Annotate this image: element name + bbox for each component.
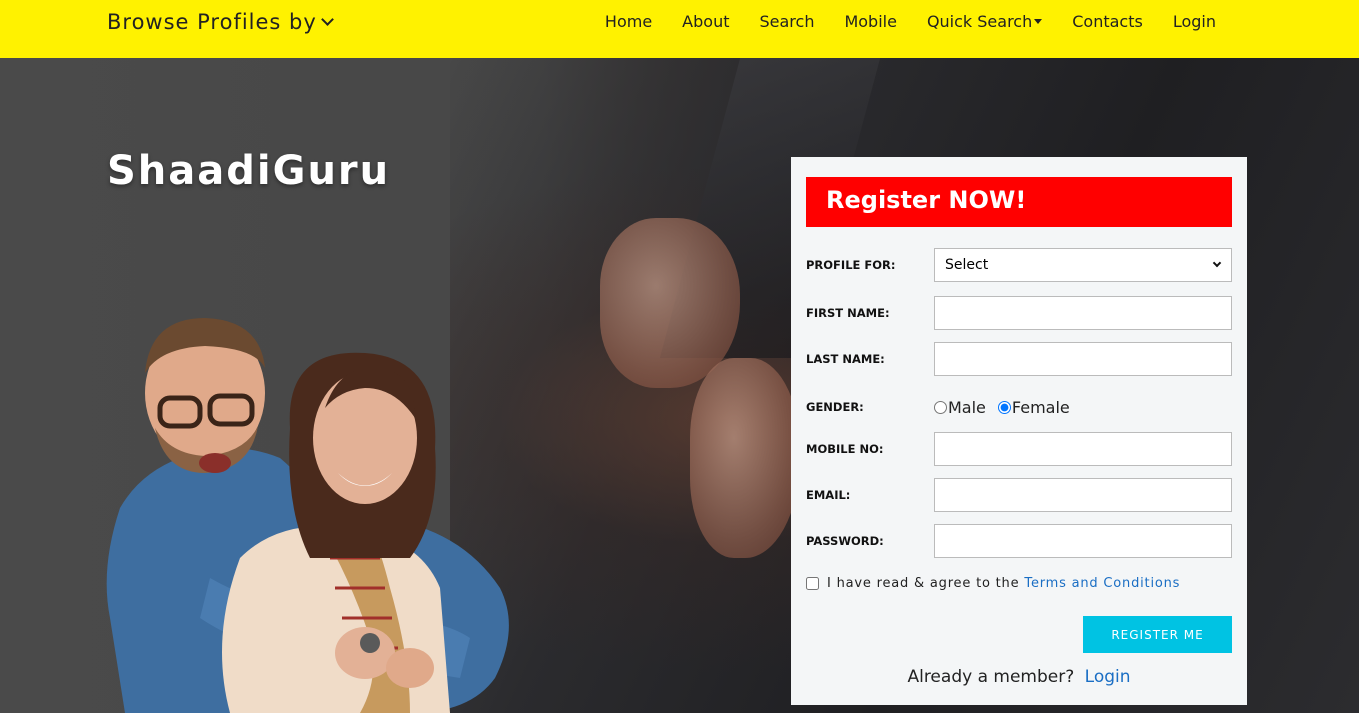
profile-for-select[interactable]: Select	[934, 248, 1232, 282]
gender-option-female: Female	[997, 397, 1070, 417]
browse-profiles-label: Browse Profiles by	[107, 10, 317, 34]
last-name-input[interactable]	[934, 342, 1232, 376]
mobile-label: MOBILE NO:	[806, 442, 884, 456]
password-label: PASSWORD:	[806, 534, 884, 548]
nav-contacts[interactable]: Contacts	[1072, 12, 1143, 31]
gender-female-radio[interactable]	[997, 400, 1011, 414]
top-navbar: Browse Profiles by Home About Search Mob…	[0, 0, 1359, 58]
main-nav: Home About Search Mobile Quick Search Co…	[575, 12, 1216, 31]
register-heading: Register NOW!	[806, 177, 1232, 227]
password-input[interactable]	[934, 524, 1232, 558]
site-brand-title: ShaadiGuru	[107, 148, 391, 194]
hand-decoration	[690, 358, 800, 558]
terms-link[interactable]: Terms and Conditions	[1024, 576, 1180, 591]
gender-male-radio[interactable]	[934, 400, 947, 414]
last-name-row: LAST NAME:	[806, 342, 1232, 376]
gender-radio-group: Male Female	[934, 398, 1082, 417]
email-label: EMAIL:	[806, 488, 851, 502]
email-row: EMAIL:	[806, 478, 1232, 512]
login-link[interactable]: Login	[1085, 667, 1131, 687]
nav-quick-search-label: Quick Search	[926, 12, 1033, 31]
nav-quick-search[interactable]: Quick Search	[926, 12, 1043, 31]
agree-text: I have read & agree to the	[827, 576, 1020, 591]
nav-search[interactable]: Search	[759, 12, 814, 31]
nav-home[interactable]: Home	[605, 12, 652, 31]
chevron-down-icon	[320, 12, 334, 26]
caret-down-icon	[1034, 19, 1043, 24]
password-row: PASSWORD:	[806, 524, 1232, 558]
first-name-row: FIRST NAME:	[806, 296, 1232, 330]
gender-label: GENDER:	[806, 400, 864, 414]
terms-checkbox[interactable]	[806, 577, 819, 590]
gender-female-label: Female	[1011, 397, 1070, 417]
mobile-row: MOBILE NO:	[806, 432, 1232, 466]
profile-for-select-wrapper: Select	[934, 248, 1232, 282]
gender-row: GENDER: Male Female	[806, 390, 1232, 424]
mobile-input[interactable]	[934, 432, 1232, 466]
couple-photo	[106, 318, 509, 713]
first-name-input[interactable]	[934, 296, 1232, 330]
already-member: Already a member? Login	[791, 667, 1247, 687]
browse-profiles-dropdown[interactable]: Browse Profiles by	[107, 10, 334, 34]
gender-option-male: Male	[934, 398, 986, 417]
gender-male-label: Male	[948, 397, 986, 417]
already-member-text: Already a member?	[907, 667, 1075, 687]
nav-about[interactable]: About	[682, 12, 729, 31]
profile-for-row: PROFILE FOR: Select	[806, 248, 1232, 282]
first-name-label: FIRST NAME:	[806, 306, 890, 320]
last-name-label: LAST NAME:	[806, 352, 885, 366]
profile-for-label: PROFILE FOR:	[806, 258, 896, 272]
register-button[interactable]: REGISTER ME	[1083, 616, 1232, 653]
terms-agreement: I have read & agree to the Terms and Con…	[806, 576, 1180, 591]
nav-mobile[interactable]: Mobile	[844, 12, 896, 31]
email-input[interactable]	[934, 478, 1232, 512]
nav-login[interactable]: Login	[1173, 12, 1216, 31]
registration-panel: Register NOW! PROFILE FOR: Select FIRST …	[791, 157, 1247, 705]
